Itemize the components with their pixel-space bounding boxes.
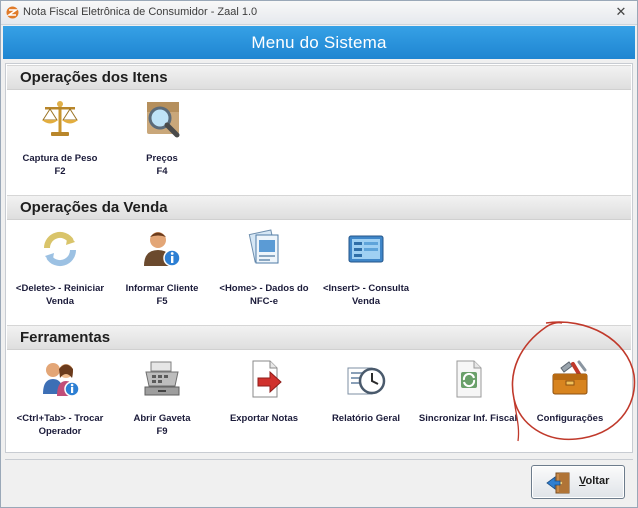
menu-item-label: Captura de Peso F2 xyxy=(22,153,98,177)
section-header-ferramentas: Ferramentas xyxy=(7,325,631,350)
menu-item-informar-cliente[interactable]: Informar Cliente F5 xyxy=(110,228,214,336)
section-title: Ferramentas xyxy=(20,329,111,346)
menu-item-sincronizar-fiscal[interactable]: Sincronizar Inf. Fiscal xyxy=(416,358,520,466)
menu-item-relatorio-geral[interactable]: Relatório Geral xyxy=(314,358,418,466)
page-title: Menu do Sistema xyxy=(251,33,387,52)
menu-item-label: Informar Cliente F5 xyxy=(125,283,199,307)
refresh-icon xyxy=(43,231,77,267)
header-banner: Menu do Sistema xyxy=(3,26,635,59)
menu-item-abrir-gaveta[interactable]: Abrir Gaveta F9 xyxy=(110,358,214,466)
report-clock-icon xyxy=(347,367,386,395)
menu-item-label: <Ctrl+Tab> - Trocar Operador xyxy=(16,413,104,437)
title-bar: Nota Fiscal Eletrônica de Consumidor - Z… xyxy=(1,1,637,25)
menu-item-precos[interactable]: Preços F4 xyxy=(110,98,214,206)
menu-item-label: Preços F4 xyxy=(146,153,178,177)
menu-item-label: Sincronizar Inf. Fiscal xyxy=(418,413,518,424)
app-logo-icon xyxy=(6,6,19,19)
scale-icon xyxy=(42,101,78,136)
toolbox-icon xyxy=(552,360,588,395)
menu-item-captura-de-peso[interactable]: Captura de Peso F2 xyxy=(8,98,112,206)
voltar-button[interactable]: Voltar xyxy=(531,465,625,499)
menu-item-label: <Delete> - Reiniciar Venda xyxy=(15,283,105,307)
cash-register-icon xyxy=(144,361,180,396)
exit-door-icon xyxy=(546,472,570,494)
window-title: Nota Fiscal Eletrônica de Consumidor - Z… xyxy=(23,6,258,18)
menu-item-label: Abrir Gaveta F9 xyxy=(133,413,191,437)
invoice-data-icon xyxy=(248,229,279,264)
menu-item-trocar-operador[interactable]: <Ctrl+Tab> - Trocar Operador xyxy=(8,358,112,466)
menu-item-configuracoes[interactable]: Configurações xyxy=(518,358,622,466)
menu-item-consulta-venda[interactable]: <Insert> - Consulta Venda xyxy=(314,228,418,336)
menu-item-label: Relatório Geral xyxy=(331,413,401,424)
menu-item-reiniciar-venda[interactable]: <Delete> - Reiniciar Venda xyxy=(8,228,112,336)
section-header-venda: Operações da Venda xyxy=(7,195,631,220)
app-window: Nota Fiscal Eletrônica de Consumidor - Z… xyxy=(0,0,638,508)
menu-item-label: <Insert> - Consulta Venda xyxy=(322,283,410,307)
close-icon[interactable]: ✕ xyxy=(613,4,629,20)
footer-bar: Voltar xyxy=(5,459,633,503)
sales-query-icon xyxy=(348,235,384,263)
sync-document-icon xyxy=(456,360,482,398)
menu-item-label: Configurações xyxy=(536,413,604,424)
menu-item-label: Exportar Notas xyxy=(229,413,299,424)
menu-item-dados-nfce[interactable]: <Home> - Dados do NFC-e xyxy=(212,228,316,336)
price-search-icon xyxy=(147,102,180,138)
export-document-icon xyxy=(252,360,282,398)
menu-item-label: <Home> - Dados do NFC-e xyxy=(219,283,309,307)
switch-operator-icon xyxy=(43,363,80,397)
voltar-label: Voltar xyxy=(579,475,610,487)
menu-panel: Operações dos Itens Captura de Peso F2 P… xyxy=(5,63,633,453)
section-title: Operações da Venda xyxy=(20,199,168,216)
section-header-itens: Operações dos Itens xyxy=(7,65,631,90)
section-title: Operações dos Itens xyxy=(20,69,168,86)
menu-item-exportar-notas[interactable]: Exportar Notas xyxy=(212,358,316,466)
customer-info-icon xyxy=(144,232,181,267)
